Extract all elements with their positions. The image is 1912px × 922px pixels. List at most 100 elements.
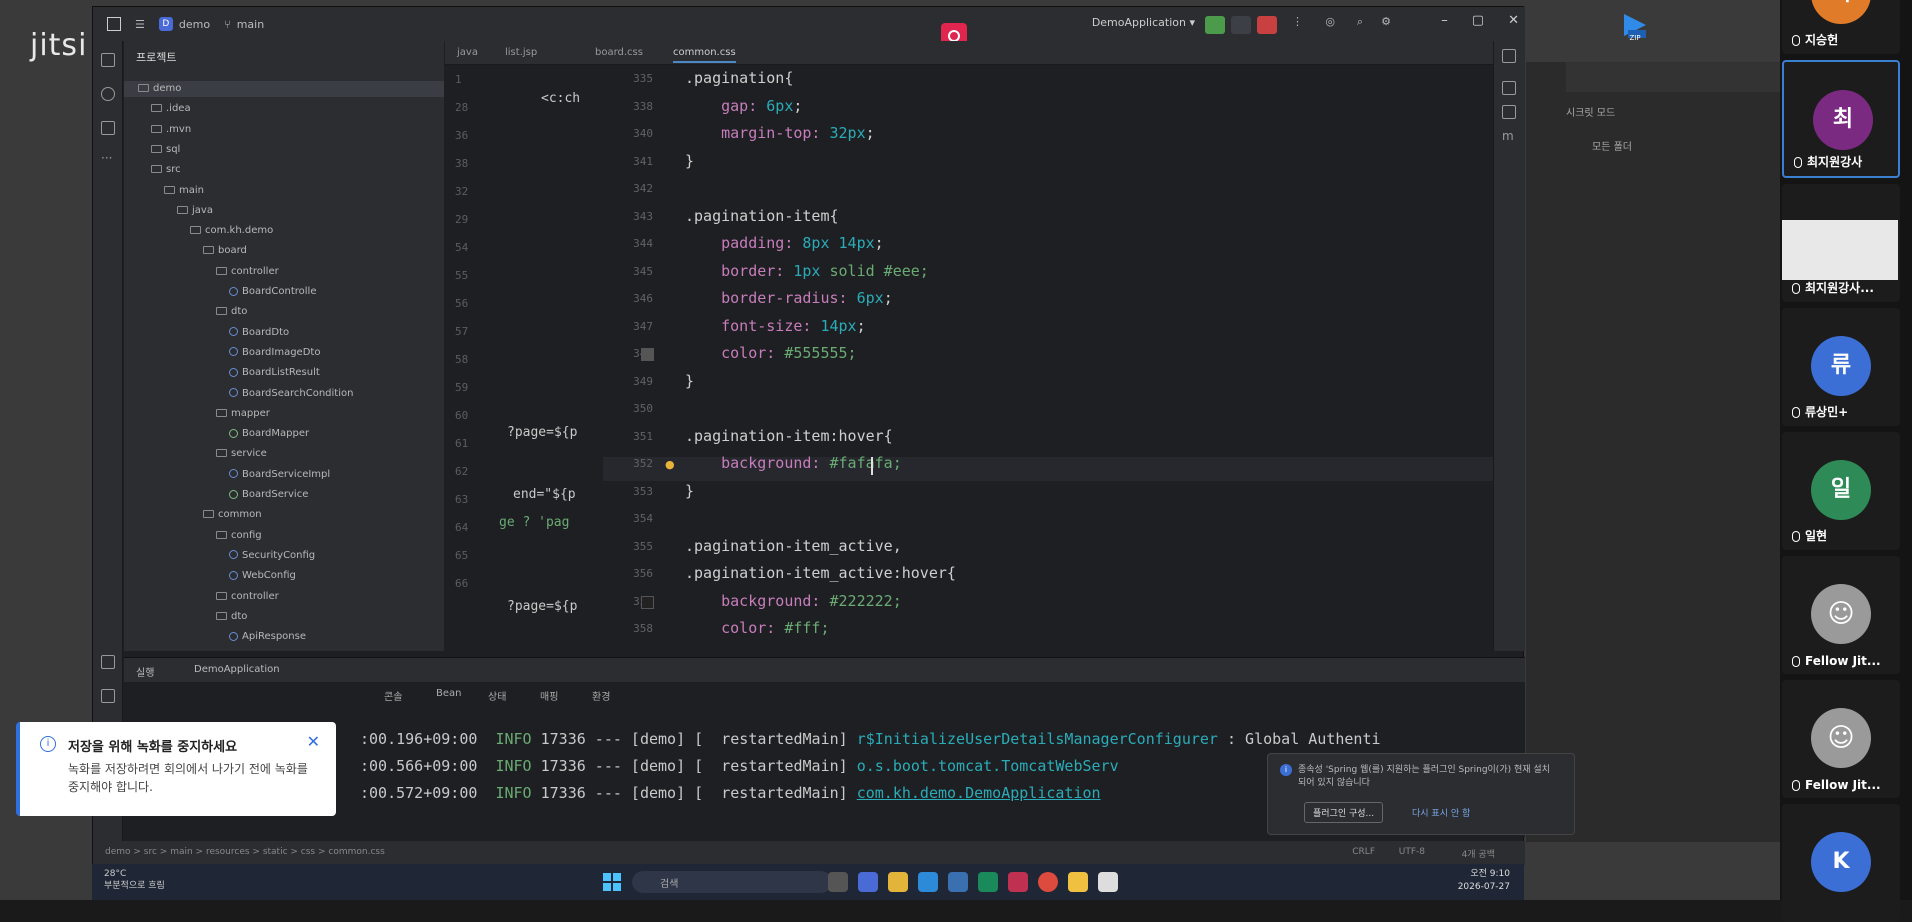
tree-item[interactable]: service xyxy=(216,446,267,462)
participant-tile[interactable]: 최지원강사... xyxy=(1782,184,1900,302)
tree-item[interactable]: com.kh.demo xyxy=(190,223,273,239)
tree-item[interactable]: controller xyxy=(216,264,279,280)
log-logger[interactable]: com.kh.demo.DemoApplication xyxy=(857,784,1101,802)
folder-label[interactable]: 모든 폴더 xyxy=(1592,138,1632,153)
kakao-icon[interactable] xyxy=(1068,872,1088,892)
weather-widget[interactable]: 28°C 부분적으로 흐림 xyxy=(104,868,165,892)
database-icon[interactable] xyxy=(1502,105,1516,119)
participant-tile[interactable]: 일 일현 xyxy=(1782,432,1900,550)
tree-item[interactable]: BoardImageDto xyxy=(229,345,320,361)
stop-button[interactable] xyxy=(1257,16,1277,34)
tree-item[interactable]: BoardServiceImpl xyxy=(229,467,330,483)
tree-item[interactable]: config xyxy=(216,528,262,544)
tree-item[interactable]: board xyxy=(203,243,247,259)
structure-tool-icon[interactable] xyxy=(101,121,115,135)
search-icon[interactable]: ⌕ xyxy=(1357,15,1363,29)
edge-icon[interactable] xyxy=(918,872,938,892)
run-panel-title[interactable]: 실행 xyxy=(136,664,154,679)
tree-item[interactable]: SecurityConfig xyxy=(229,548,315,564)
zip-archive-icon[interactable]: ZIP xyxy=(1618,8,1652,42)
participant-tile[interactable]: ☺ Fellow Jit... xyxy=(1782,556,1900,674)
project-switcher[interactable]: Ddemo xyxy=(158,17,210,31)
color-swatch[interactable] xyxy=(641,595,654,609)
tree-item[interactable]: common xyxy=(203,507,262,523)
more-tools-icon[interactable]: ··· xyxy=(101,151,115,165)
teams-icon[interactable] xyxy=(858,872,878,892)
app-icon[interactable] xyxy=(107,17,121,31)
run-config-selector[interactable]: DemoApplication ▾ xyxy=(1092,16,1195,29)
debug-button[interactable] xyxy=(1231,16,1251,34)
maximize-icon[interactable]: ▢ xyxy=(1472,13,1484,28)
mode-label[interactable]: 시크릿 모드 xyxy=(1566,104,1615,119)
status-encoding[interactable]: UTF-8 xyxy=(1399,847,1425,857)
main-menu-icon[interactable]: ☰ xyxy=(135,18,145,31)
tree-item[interactable]: BoardService xyxy=(229,487,308,503)
notion-icon[interactable] xyxy=(1098,872,1118,892)
run-tool-icon[interactable] xyxy=(101,655,115,669)
configure-plugin-button[interactable]: 플러그인 구성... xyxy=(1304,802,1384,823)
status-path[interactable]: demo > src > main > resources > static >… xyxy=(105,847,385,857)
tree-item[interactable]: dto xyxy=(216,609,247,625)
outlook-icon[interactable] xyxy=(978,872,998,892)
start-icon[interactable] xyxy=(602,872,622,892)
tree-item[interactable]: src xyxy=(151,162,181,178)
tree-item[interactable]: BoardDto xyxy=(229,325,289,341)
run-subtab[interactable]: 콘솔 xyxy=(384,688,402,703)
color-swatch[interactable] xyxy=(641,348,654,361)
intention-bulb-icon[interactable]: ● xyxy=(665,458,675,471)
participant-tile[interactable]: K xyxy=(1782,804,1900,922)
editor-tab[interactable]: list.jsp xyxy=(505,47,537,58)
run-subtab[interactable]: Bean xyxy=(436,688,461,699)
tree-item[interactable]: controller xyxy=(216,589,279,605)
gradle-icon[interactable] xyxy=(1502,81,1516,95)
participant-tile[interactable]: 최 최지원강사 xyxy=(1782,60,1900,178)
tree-item[interactable]: .mvn xyxy=(151,122,191,138)
tree-item[interactable]: BoardControlle xyxy=(229,284,316,300)
participant-tile[interactable]: ☺ Fellow Jit... xyxy=(1782,680,1900,798)
run-config-tab[interactable]: DemoApplication xyxy=(194,664,280,675)
minimize-icon[interactable]: – xyxy=(1441,13,1448,28)
tree-item[interactable]: WebConfig xyxy=(229,568,296,584)
branch-switcher[interactable]: ⑂ main xyxy=(224,18,264,31)
tree-item[interactable]: dto xyxy=(216,304,247,320)
participant-tile[interactable]: 류 류상민+ xyxy=(1782,308,1900,426)
run-subtab[interactable]: 매핑 xyxy=(540,688,558,703)
status-indent[interactable]: 4개 공백 xyxy=(1462,847,1495,860)
run-subtab[interactable]: 환경 xyxy=(592,688,610,703)
tree-item[interactable]: sql xyxy=(151,142,180,158)
taskbar-clock[interactable]: 오전 9:10 2026-07-27 xyxy=(1458,868,1510,894)
more-options-icon[interactable]: ⋮ xyxy=(1292,15,1303,28)
close-icon[interactable]: ✕ xyxy=(307,732,320,751)
dont-show-again-link[interactable]: 다시 표시 안 함 xyxy=(1412,806,1470,819)
file-explorer-icon[interactable] xyxy=(888,872,908,892)
project-tool-icon[interactable] xyxy=(101,53,115,67)
commit-tool-icon[interactable] xyxy=(101,87,115,101)
tree-item[interactable]: mapper xyxy=(216,406,270,422)
build-tool-icon[interactable] xyxy=(101,689,115,703)
tree-item[interactable]: BoardListResult xyxy=(229,365,320,381)
run-button[interactable] xyxy=(1205,16,1225,34)
tree-item[interactable]: BoardSearchCondition xyxy=(229,386,353,402)
tree-item[interactable]: BoardMapper xyxy=(229,426,309,442)
tree-item[interactable]: main xyxy=(164,183,204,199)
store-icon[interactable] xyxy=(948,872,968,892)
chrome-icon[interactable] xyxy=(1038,872,1058,892)
settings-icon[interactable]: ⚙ xyxy=(1381,15,1391,28)
run-subtab[interactable]: 상태 xyxy=(488,688,506,703)
editor-tab[interactable]: common.css xyxy=(673,47,736,63)
ai-assistant-icon[interactable]: ◎ xyxy=(1325,15,1335,28)
taskbar-search[interactable]: 검색 xyxy=(632,871,832,893)
participant-tile[interactable]: 지지승헌 xyxy=(1782,0,1900,54)
tree-item[interactable]: ApiResponse xyxy=(229,629,306,645)
intellij-icon[interactable] xyxy=(1008,872,1028,892)
editor-tab[interactable]: java xyxy=(457,47,478,58)
status-line-sep[interactable]: CRLF xyxy=(1352,847,1375,857)
notifications-icon[interactable] xyxy=(1502,49,1516,63)
tree-item[interactable]: java xyxy=(177,203,213,219)
tree-item[interactable]: demo xyxy=(138,81,181,97)
tree-item[interactable]: .idea xyxy=(151,101,191,117)
maven-icon[interactable]: m xyxy=(1502,129,1516,143)
editor-tab[interactable]: board.css xyxy=(595,47,643,58)
task-view-icon[interactable] xyxy=(828,872,848,892)
css-editor[interactable]: 335 .pagination{338 gap: 6px; 340 margin-t… xyxy=(603,65,1503,655)
